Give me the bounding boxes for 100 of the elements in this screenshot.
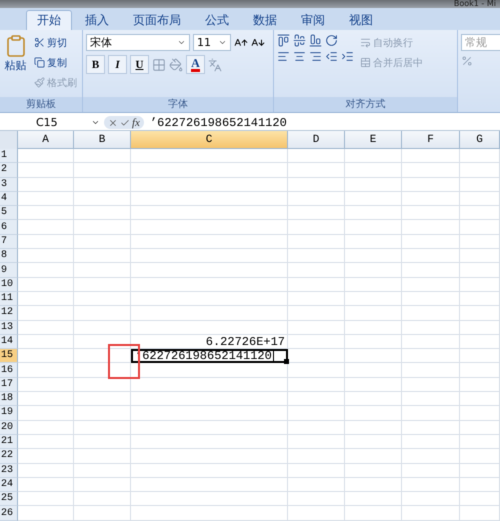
table-cell (288, 449, 345, 464)
table-cell (74, 149, 131, 164)
row-header[interactable]: 2 (0, 163, 18, 178)
ribbon-tab[interactable]: 审阅 (290, 10, 336, 30)
row-header[interactable]: 17 (0, 378, 18, 392)
wrap-text-icon (360, 37, 371, 48)
table-cell (345, 163, 402, 178)
percent-icon (461, 55, 473, 67)
table-cell (460, 492, 500, 506)
table-cell (460, 363, 500, 378)
table-cell (345, 492, 402, 506)
table-cell (460, 163, 500, 178)
copy-button[interactable]: 复制 (32, 54, 79, 71)
row-header[interactable]: 25 (0, 492, 18, 506)
row-header[interactable]: 10 (0, 278, 18, 292)
ribbon-tab[interactable]: 公式 (194, 10, 240, 30)
row-header[interactable]: 4 (0, 192, 18, 206)
row-header[interactable]: 14 (0, 334, 18, 350)
table-cell (74, 178, 131, 192)
table-cell (74, 334, 131, 350)
table-cell (402, 420, 460, 435)
row-header[interactable]: 18 (0, 392, 18, 406)
indent-increase-icon (341, 50, 354, 63)
table-cell (74, 249, 131, 264)
row-header[interactable]: 22 (0, 449, 18, 464)
row-header[interactable]: 24 (0, 478, 18, 492)
table-cell (460, 306, 500, 321)
row-header[interactable]: 16 (0, 363, 18, 378)
font-color-button[interactable]: A (186, 55, 205, 74)
column-header[interactable]: E (345, 131, 402, 149)
copy-icon (34, 57, 45, 68)
column-header[interactable]: G (460, 131, 500, 149)
table-cell (345, 320, 402, 335)
table-cell (345, 263, 402, 278)
ribbon-tab[interactable]: 插入 (74, 10, 120, 30)
table-cell (345, 392, 402, 406)
row-header[interactable]: 7 (0, 234, 18, 250)
column-header[interactable]: B (74, 131, 131, 149)
row-header[interactable]: 23 (0, 464, 18, 478)
font-name-field[interactable]: 宋体 (86, 34, 190, 51)
table-cell (74, 220, 131, 235)
insert-function-button[interactable]: fx (132, 116, 140, 128)
table-cell (74, 406, 131, 421)
column-header[interactable]: F (402, 131, 460, 149)
row-header[interactable]: 21 (0, 434, 18, 450)
align-right-icon (309, 50, 322, 63)
table-cell (288, 478, 345, 492)
table-cell (18, 163, 74, 178)
table-cell (18, 149, 74, 164)
row-header[interactable]: 3 (0, 178, 18, 192)
underline-button[interactable]: U (130, 55, 149, 74)
row-header[interactable]: 13 (0, 320, 18, 335)
table-cell (460, 506, 500, 521)
font-size-field[interactable]: 11 (193, 34, 231, 51)
cut-button[interactable]: 剪切 (32, 34, 79, 51)
table-cell (460, 278, 500, 292)
row-header[interactable]: 26 (0, 506, 18, 521)
fill-handle[interactable] (284, 359, 289, 364)
ribbon-tab[interactable]: 开始 (26, 10, 72, 30)
ribbon-tab[interactable]: 数据 (242, 10, 288, 30)
table-cell (402, 478, 460, 492)
table-cell (18, 378, 74, 392)
table-cell (460, 149, 500, 164)
row-header[interactable]: 8 (0, 249, 18, 264)
table-cell (18, 306, 74, 321)
row-header[interactable]: 20 (0, 420, 18, 435)
table-cell (345, 306, 402, 321)
table-cell (288, 363, 345, 378)
row-header[interactable]: 19 (0, 406, 18, 421)
formula-content[interactable]: ’622726198652141120 (150, 116, 287, 130)
text-cursor (272, 350, 274, 362)
table-cell (74, 263, 131, 278)
table-cell (460, 220, 500, 235)
merge-icon (360, 57, 371, 68)
row-header[interactable]: 12 (0, 306, 18, 321)
row-header[interactable]: 5 (0, 206, 18, 220)
paste-button[interactable]: 粘贴 (3, 34, 28, 97)
table-cell (460, 249, 500, 264)
table-cell (18, 263, 74, 278)
column-header[interactable]: A (18, 131, 74, 149)
row-header[interactable]: 1 (0, 149, 18, 164)
table-cell (288, 178, 345, 192)
row-header[interactable]: 15 (0, 349, 18, 364)
column-header[interactable]: D (288, 131, 345, 149)
table-cell (18, 464, 74, 478)
italic-button[interactable]: I (108, 55, 127, 74)
column-header[interactable]: C (131, 131, 288, 149)
ribbon-tab[interactable]: 页面布局 (122, 10, 192, 30)
name-box[interactable]: C15 (0, 116, 104, 129)
table-cell (288, 192, 345, 206)
row-header[interactable]: 6 (0, 220, 18, 235)
bold-button[interactable]: B (86, 55, 105, 74)
row-header[interactable]: 9 (0, 263, 18, 278)
table-cell (18, 506, 74, 521)
table-cell (402, 363, 460, 378)
scissors-icon (34, 37, 45, 48)
table-cell (74, 492, 131, 506)
enter-icon (120, 118, 130, 128)
row-header[interactable]: 11 (0, 292, 18, 306)
ribbon-tab[interactable]: 视图 (338, 10, 384, 30)
